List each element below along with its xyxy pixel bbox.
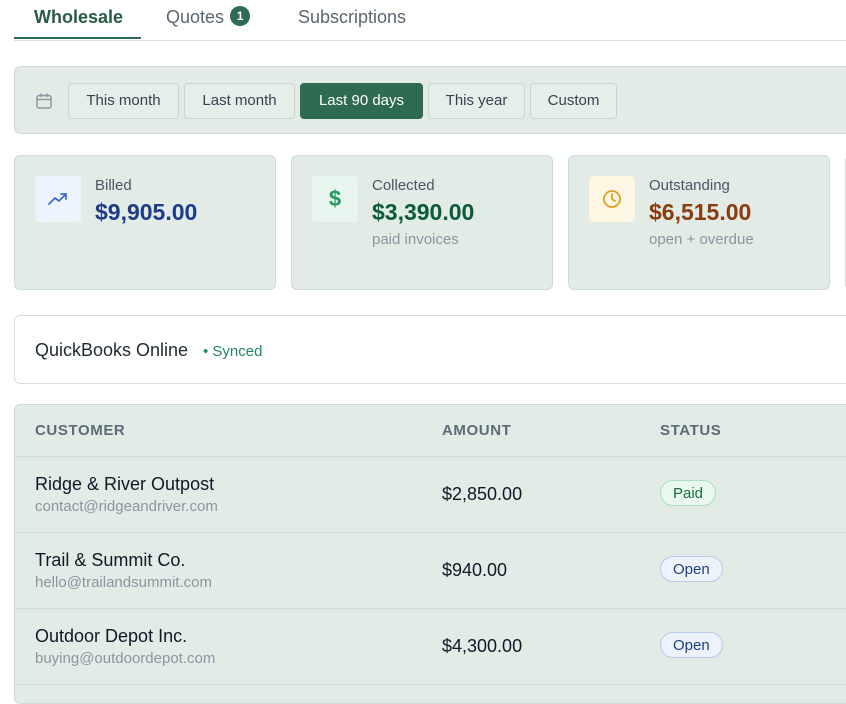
column-header-customer[interactable]: CUSTOMER [35,422,125,439]
integration-sync-bar: QuickBooks Online • Synced [14,315,846,384]
integration-name: QuickBooks Online [35,340,189,360]
billed-stat-card: Billed $9,905.00 [14,155,276,290]
stat-subtext: paid invoices [372,231,459,248]
customer-name: Outdoor Depot Inc. [35,626,188,646]
tab-label: Quotes [166,7,225,27]
calendar-icon [36,93,52,109]
tab-bar: Wholesale Quotes 1 Subscriptions [14,0,846,41]
customer-name: Trail & Summit Co. [35,550,186,570]
status-badge: Paid [660,480,717,506]
tab-subscriptions[interactable]: Subscriptions [298,0,406,40]
column-header-status[interactable]: STATUS [660,422,721,439]
table-row[interactable]: Ridge & River Outpost contact@ridgeandri… [15,456,846,533]
outstanding-stat-card: Outstanding $6,515.00 open + overdue [568,155,830,290]
filter-custom-button[interactable]: Custom [530,83,617,119]
dollar-icon: $ [312,176,358,222]
table-row[interactable]: Trail & Summit Co. hello@trailandsummit.… [15,532,846,609]
filter-last-month-button[interactable]: Last month [184,83,295,119]
invoice-amount: $2,850.00 [442,484,523,504]
column-header-amount[interactable]: AMOUNT [442,422,511,439]
stat-value: $9,905.00 [95,199,198,225]
filter-this-year-button[interactable]: This year [428,83,525,119]
customer-email: buying@outdoordepot.com [35,650,216,667]
tab-quotes[interactable]: Quotes 1 [166,0,251,40]
stat-label: Collected [372,177,435,194]
customer-email: hello@trailandsummit.com [35,574,212,591]
trend-up-icon [35,176,81,222]
invoice-amount: $4,300.00 [442,636,523,656]
stat-value: $3,390.00 [372,199,475,225]
filter-last-90-days-button[interactable]: Last 90 days [300,83,423,119]
collected-stat-card: $ Collected $3,390.00 paid invoices [291,155,553,290]
customer-email: contact@ridgeandriver.com [35,498,218,515]
customer-name: Ridge & River Outpost [35,474,215,494]
invoices-table: CUSTOMER AMOUNT STATUS Ridge & River Out… [14,404,846,704]
stat-label: Billed [95,177,132,194]
tab-wholesale[interactable]: Wholesale [14,0,141,39]
date-range-filter: This month Last month Last 90 days This … [14,66,846,134]
status-badge: Open [660,556,723,582]
stat-subtext: open + overdue [649,231,754,248]
sync-status: • Synced [203,343,263,360]
table-row[interactable]: Outdoor Depot Inc. buying@outdoordepot.c… [15,608,846,685]
count-badge: 1 [230,6,251,27]
tab-label: Subscriptions [298,7,407,27]
status-badge: Open [660,632,723,658]
invoice-amount: $940.00 [442,560,508,580]
stat-label: Outstanding [649,177,730,194]
filter-this-month-button[interactable]: This month [68,83,179,119]
clock-icon [589,176,635,222]
tab-label: Wholesale [34,7,124,27]
table-header: CUSTOMER AMOUNT STATUS [15,405,846,457]
stat-value: $6,515.00 [649,199,752,225]
